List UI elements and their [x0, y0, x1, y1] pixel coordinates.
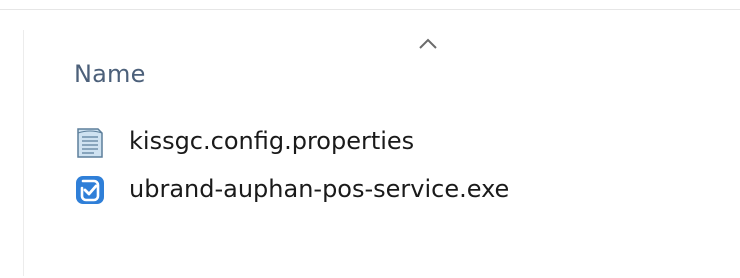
file-name: kissgc.config.properties: [129, 127, 415, 155]
list-item[interactable]: kissgc.config.properties: [24, 118, 740, 166]
text-file-icon: [77, 128, 103, 158]
column-header-name[interactable]: Name: [74, 60, 146, 88]
column-header: Name: [24, 10, 740, 94]
file-list: kissgc.config.properties ubrand-auphan-p…: [24, 118, 740, 214]
file-name: ubrand-auphan-pos-service.exe: [129, 175, 510, 203]
exe-app-icon: [76, 176, 104, 204]
sort-ascending-icon[interactable]: [416, 36, 440, 52]
file-explorer-pane: Name kissgc.config.properties ubrand-aup…: [0, 0, 740, 278]
list-item[interactable]: ubrand-auphan-pos-service.exe: [24, 166, 740, 214]
